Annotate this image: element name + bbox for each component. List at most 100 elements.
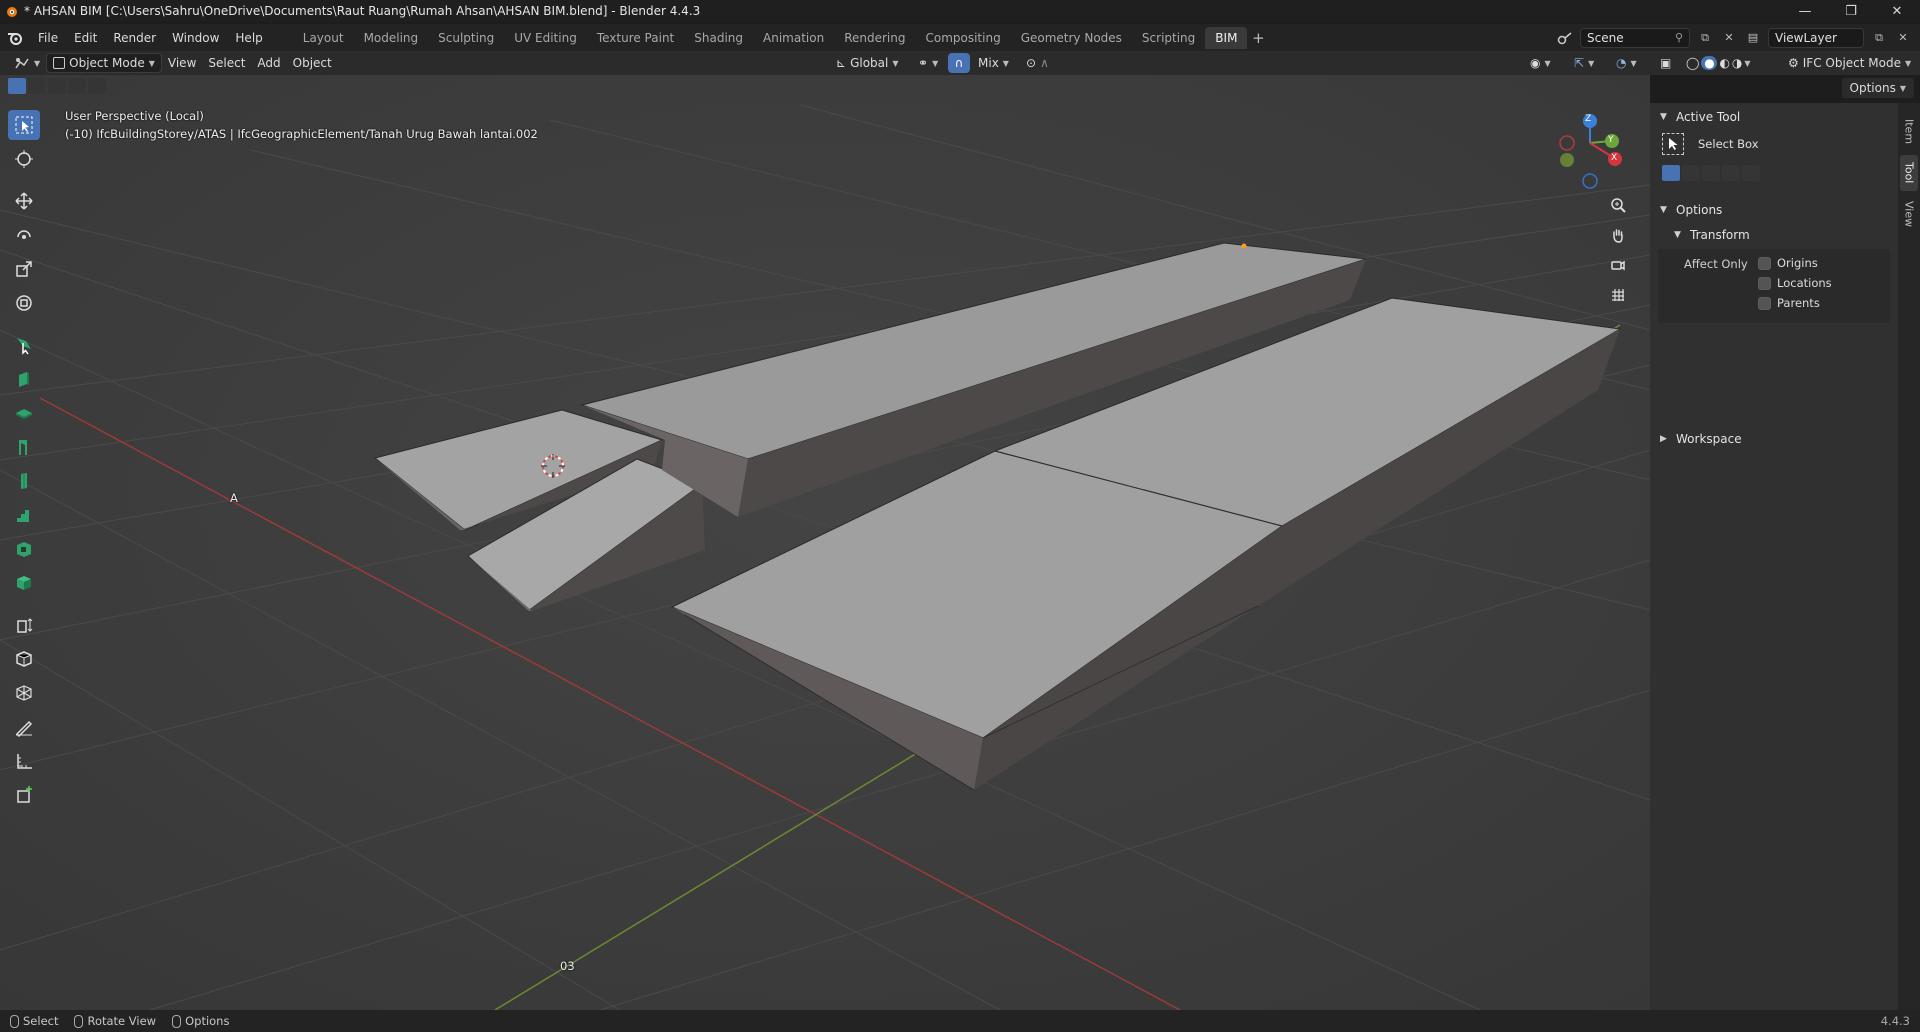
- menu-render[interactable]: Render: [105, 27, 164, 49]
- select-new-icon[interactable]: [8, 78, 26, 94]
- transform-tool-icon[interactable]: [8, 288, 40, 318]
- slab-tool-icon[interactable]: [8, 398, 40, 428]
- origins-checkbox-row[interactable]: Origins: [1758, 256, 1818, 270]
- active-tool-panel-header[interactable]: ▼ Active Tool: [1650, 106, 1898, 128]
- origins-checkbox[interactable]: [1758, 256, 1771, 270]
- menu-file[interactable]: File: [30, 27, 66, 49]
- tab-sculpting[interactable]: Sculpting: [428, 27, 504, 49]
- menu-help[interactable]: Help: [227, 27, 270, 49]
- tab-item[interactable]: Item: [1900, 113, 1918, 151]
- solid-shading-icon[interactable]: ●: [1701, 56, 1718, 70]
- tab-tool[interactable]: Tool: [1900, 155, 1918, 191]
- rotate-tool-icon[interactable]: [8, 220, 40, 250]
- sidebar-select-invert-icon[interactable]: [1722, 165, 1740, 181]
- annotate-tool-icon[interactable]: [8, 712, 40, 742]
- material-shading-icon[interactable]: ◐: [1719, 56, 1729, 70]
- opening-tool-icon[interactable]: [8, 534, 40, 564]
- tab-uv-editing[interactable]: UV Editing: [504, 27, 587, 49]
- sidebar-select-extend-icon[interactable]: [1682, 165, 1700, 181]
- maximize-button[interactable]: ❐: [1828, 0, 1874, 22]
- column-tool-icon[interactable]: [8, 466, 40, 496]
- proportional-edit-toggle[interactable]: ⊙ ∧: [1020, 53, 1055, 73]
- view-layer-field[interactable]: ViewLayer: [1768, 27, 1864, 48]
- delete-scene-icon[interactable]: ✕: [1720, 29, 1738, 47]
- menu-add[interactable]: Add: [251, 53, 286, 73]
- pin-icon[interactable]: ⚲: [1675, 31, 1683, 44]
- menu-select[interactable]: Select: [202, 53, 251, 73]
- bim-select-tool-icon[interactable]: [8, 330, 40, 360]
- wireframe-tool-icon[interactable]: [8, 678, 40, 708]
- locations-checkbox-row[interactable]: Locations: [1758, 276, 1832, 290]
- menu-view[interactable]: View: [162, 53, 202, 73]
- view-layer-browse-icon[interactable]: ▤: [1744, 29, 1762, 47]
- measure-tool-icon[interactable]: [8, 746, 40, 776]
- new-scene-icon[interactable]: ⧉: [1696, 29, 1714, 47]
- stair-tool-icon[interactable]: [8, 500, 40, 530]
- 3d-viewport[interactable]: User Perspective (Local) (-10) IfcBuildi…: [0, 75, 1650, 1010]
- tab-layout[interactable]: Layout: [293, 27, 354, 49]
- viewport-options-dropdown[interactable]: Options ▼: [1841, 78, 1914, 98]
- select-box-tool-icon[interactable]: [8, 110, 40, 140]
- tab-compositing[interactable]: Compositing: [915, 27, 1010, 49]
- editor-type-button[interactable]: ▼: [8, 53, 46, 73]
- gizmo-toggle[interactable]: ⇱ ▼: [1568, 53, 1600, 73]
- new-view-layer-icon[interactable]: ⧉: [1870, 29, 1888, 47]
- tab-bim[interactable]: BIM: [1205, 26, 1248, 49]
- menu-window[interactable]: Window: [164, 27, 227, 49]
- zoom-icon[interactable]: [1605, 192, 1631, 218]
- move-tool-icon[interactable]: [8, 186, 40, 216]
- add-cube-tool-icon[interactable]: [8, 644, 40, 674]
- pivot-dropdown[interactable]: ⚭ ▼: [912, 53, 944, 73]
- add-object-tool-icon[interactable]: [8, 780, 40, 810]
- scene-browse-icon[interactable]: [1556, 29, 1574, 47]
- visibility-dropdown[interactable]: ◉ ▼: [1524, 53, 1557, 73]
- pan-hand-icon[interactable]: [1605, 222, 1631, 248]
- camera-view-icon[interactable]: [1605, 252, 1631, 278]
- wireframe-shading-icon[interactable]: ◯: [1686, 56, 1699, 70]
- scene-field[interactable]: Scene ⚲: [1580, 27, 1690, 48]
- transform-panel-header[interactable]: ▼ Transform: [1650, 224, 1898, 246]
- overlay-toggle[interactable]: ◔ ▼: [1610, 53, 1643, 73]
- menu-object[interactable]: Object: [287, 53, 338, 73]
- snap-target-dropdown[interactable]: Mix ▼: [972, 53, 1015, 73]
- xray-toggle[interactable]: ▣: [1654, 53, 1677, 73]
- select-extend-icon[interactable]: [28, 78, 46, 94]
- rendered-shading-icon[interactable]: ◑: [1732, 56, 1742, 70]
- element-tool-icon[interactable]: [8, 568, 40, 598]
- gizmo-neg-y-icon[interactable]: [1560, 153, 1574, 167]
- ifc-mode-dropdown[interactable]: ⚙ IFC Object Mode ▼: [1782, 53, 1917, 73]
- tab-rendering[interactable]: Rendering: [834, 27, 915, 49]
- close-button[interactable]: ✕: [1874, 0, 1920, 22]
- sidebar-select-subtract-icon[interactable]: [1702, 165, 1720, 181]
- tab-texture-paint[interactable]: Texture Paint: [587, 27, 684, 49]
- options-panel-header[interactable]: ▼ Options: [1650, 199, 1898, 221]
- sidebar-select-intersect-icon[interactable]: [1742, 165, 1760, 181]
- wall-tool-icon[interactable]: [8, 364, 40, 394]
- workspace-panel-header[interactable]: ▶ Workspace: [1650, 428, 1898, 450]
- blender-menu-icon[interactable]: [0, 31, 30, 45]
- tab-scripting[interactable]: Scripting: [1132, 27, 1205, 49]
- tab-view[interactable]: View: [1900, 195, 1918, 233]
- select-box-icon[interactable]: [1662, 133, 1684, 155]
- snap-toggle[interactable]: ∩: [948, 53, 970, 73]
- select-invert-icon[interactable]: [68, 78, 86, 94]
- tab-animation[interactable]: Animation: [753, 27, 834, 49]
- tab-shading[interactable]: Shading: [684, 27, 753, 49]
- extrude-tool-icon[interactable]: [8, 610, 40, 640]
- parents-checkbox[interactable]: [1758, 296, 1771, 310]
- menu-edit[interactable]: Edit: [66, 27, 105, 49]
- sidebar-select-new-icon[interactable]: [1662, 165, 1680, 181]
- locations-checkbox[interactable]: [1758, 276, 1771, 290]
- mode-dropdown[interactable]: Object Mode ▼: [46, 53, 162, 73]
- select-subtract-icon[interactable]: [48, 78, 66, 94]
- orientation-dropdown[interactable]: ⊾ Global ▼: [830, 53, 905, 73]
- cursor-tool-icon[interactable]: [8, 144, 40, 174]
- add-workspace-icon[interactable]: +: [1247, 29, 1269, 47]
- minimize-button[interactable]: —: [1782, 0, 1828, 22]
- tab-modeling[interactable]: Modeling: [354, 27, 429, 49]
- parents-checkbox-row[interactable]: Parents: [1758, 296, 1820, 310]
- delete-view-layer-icon[interactable]: ✕: [1894, 29, 1912, 47]
- select-intersect-icon[interactable]: [88, 78, 106, 94]
- tab-geometry-nodes[interactable]: Geometry Nodes: [1011, 27, 1132, 49]
- scale-tool-icon[interactable]: [8, 254, 40, 284]
